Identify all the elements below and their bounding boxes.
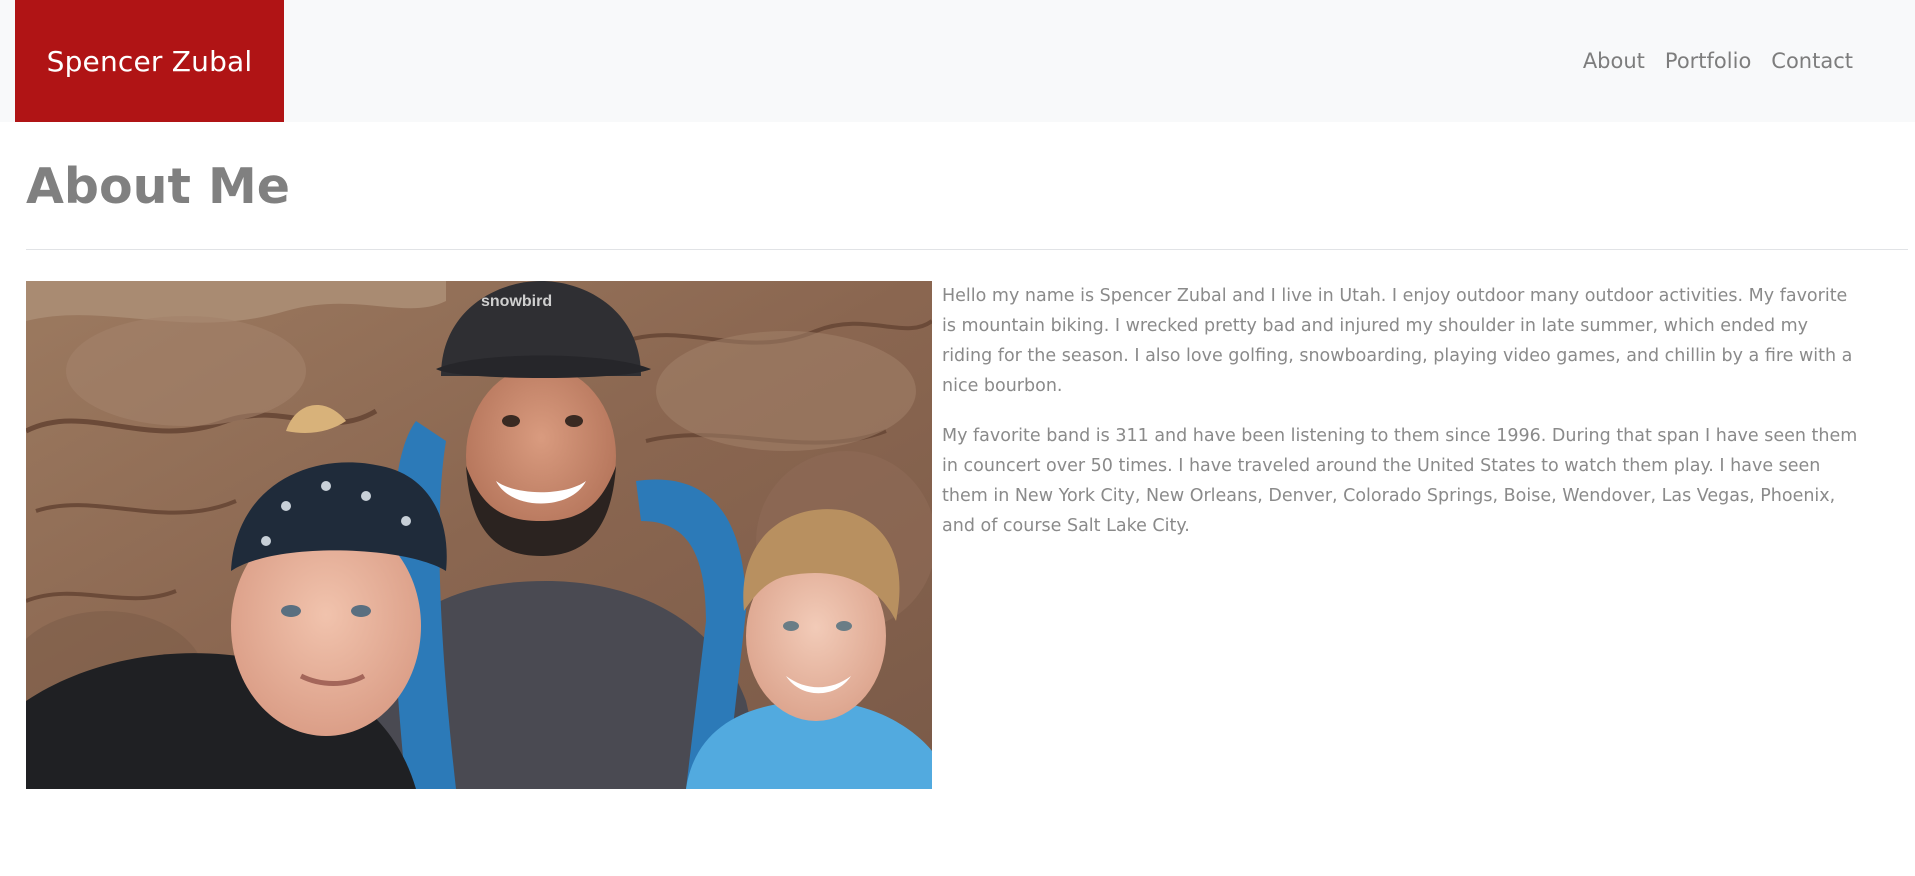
- bio-paragraph-1: Hello my name is Spencer Zubal and I liv…: [942, 286, 1853, 396]
- navbar: Spencer Zubal About Portfolio Contact: [0, 0, 1915, 122]
- nav-link-portfolio[interactable]: Portfolio: [1665, 49, 1751, 73]
- title-divider: [26, 249, 1908, 250]
- nav-link-about[interactable]: About: [1583, 49, 1645, 73]
- nav-links: About Portfolio Contact: [1583, 0, 1853, 122]
- cap-logo-text: snowbird: [481, 293, 552, 310]
- bio-text: Hello my name is Spencer Zubal and I liv…: [942, 281, 1860, 561]
- nav-link-contact[interactable]: Contact: [1771, 49, 1853, 73]
- page-title: About Me: [26, 158, 291, 215]
- brand-logo-link[interactable]: Spencer Zubal: [15, 0, 284, 122]
- bio-paragraph-2: My favorite band is 311 and have been li…: [942, 426, 1858, 536]
- family-photo: snowbird: [26, 281, 932, 789]
